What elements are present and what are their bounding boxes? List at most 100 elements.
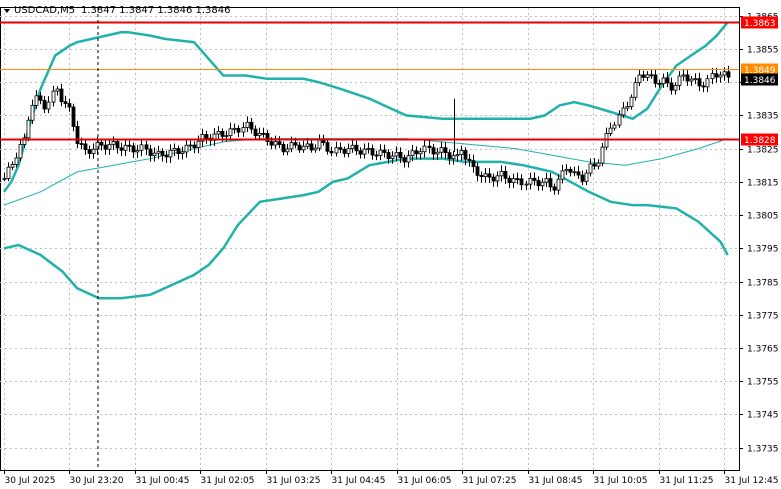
candle-body [560, 170, 565, 180]
x-tick-label: 30 Jul 23:20 [70, 476, 124, 486]
candle-body [685, 74, 690, 82]
candle-body [487, 173, 492, 178]
y-tick-label: 1.3795 [747, 245, 779, 255]
candle-body [483, 173, 488, 178]
x-tick-label: 31 Jul 12:45 [725, 476, 779, 486]
candle-body [568, 168, 573, 173]
candle-body [184, 144, 189, 153]
candle-body [439, 147, 444, 153]
candle-body [172, 148, 177, 151]
y-tick-label: 1.3835 [747, 112, 779, 122]
candle-body [236, 127, 241, 133]
time-axis: 30 Jul 2025 30 Jul 23:20 31 Jul 00:45 31 Ju… [4, 470, 779, 486]
candle-body [111, 141, 116, 145]
candle-body [257, 132, 262, 137]
candle-body [196, 140, 201, 148]
candle-body [293, 142, 298, 146]
candle-body [131, 145, 136, 153]
candle-body [241, 127, 246, 133]
candle-body [273, 141, 278, 146]
candle-body [491, 176, 496, 182]
candle-body [67, 103, 72, 108]
candle-body [443, 147, 448, 154]
candle-body [305, 143, 310, 147]
candle-body [71, 106, 76, 127]
candle-body [192, 144, 197, 148]
candle-body [176, 148, 181, 154]
candle-body [358, 150, 363, 155]
candle-body [63, 101, 68, 104]
candle-body [633, 82, 638, 98]
candle-body [608, 127, 613, 134]
candle-body [180, 151, 185, 154]
candle-body [645, 74, 650, 78]
candle-body [701, 85, 706, 88]
candle-body [625, 106, 630, 109]
x-tick-label: 31 Jul 02:05 [201, 476, 255, 486]
candle-body [637, 74, 642, 84]
plot-area [0, 7, 740, 471]
candle-body [46, 101, 51, 110]
candle-body [123, 144, 128, 151]
price-tag-label: 1.3863 [744, 19, 776, 29]
y-tick-label: 1.3745 [747, 411, 779, 421]
candle-body [144, 144, 149, 150]
candle-body [245, 121, 250, 128]
candle-body [228, 128, 233, 137]
x-tick-label: 31 Jul 00:45 [136, 476, 190, 486]
candle-body [370, 148, 375, 156]
candle-body [6, 166, 11, 179]
candle-body [91, 148, 96, 154]
candle-body [152, 152, 157, 157]
candle-body [334, 147, 339, 154]
candle-body [232, 127, 237, 130]
candle-body [475, 166, 480, 176]
candle-body [665, 77, 670, 84]
candle-body [653, 74, 658, 84]
y-tick-label: 1.3805 [747, 212, 779, 222]
candle-body [471, 160, 476, 168]
candle-body [329, 150, 334, 154]
candle-body [160, 150, 165, 156]
candle-body [564, 168, 569, 172]
candle-body [83, 143, 88, 151]
candle-body [467, 158, 472, 162]
candle-body [382, 149, 387, 153]
candle-body [269, 141, 274, 146]
candle-body [511, 178, 516, 183]
candle-body [406, 155, 411, 163]
price-chart[interactable]: 1.38651.38551.38451.38351.38251.38151.38… [0, 0, 781, 489]
candle-body [38, 95, 43, 101]
candle-body [600, 146, 605, 164]
x-tick-label: 31 Jul 10:05 [594, 476, 648, 486]
candle-body [253, 128, 258, 137]
y-tick-label: 1.3855 [747, 46, 779, 56]
candle-body [689, 78, 694, 82]
x-tick-label: 31 Jul 03:25 [267, 476, 321, 486]
candle-body [338, 147, 343, 150]
candle-body [726, 71, 731, 78]
candle-body [524, 183, 529, 186]
candle-body [224, 135, 229, 138]
candle-body [455, 154, 460, 157]
candle-body [34, 95, 39, 106]
candle-body [463, 150, 468, 160]
candle-body [588, 163, 593, 174]
candle-body [681, 74, 686, 77]
candle-body [718, 74, 723, 78]
candle-body [156, 150, 161, 154]
candle-body [536, 180, 541, 187]
candle-body [362, 148, 367, 155]
candle-body [402, 157, 407, 163]
candle-body [693, 78, 698, 81]
candle-body [135, 149, 140, 153]
candle-body [115, 141, 120, 149]
candle-body [301, 145, 306, 151]
candle-body [378, 149, 383, 156]
candle-body [366, 148, 371, 150]
candle-body [313, 147, 318, 151]
candle-body [164, 155, 169, 158]
candle-body [216, 131, 221, 135]
candle-body [669, 82, 674, 91]
candle-body [576, 171, 581, 176]
